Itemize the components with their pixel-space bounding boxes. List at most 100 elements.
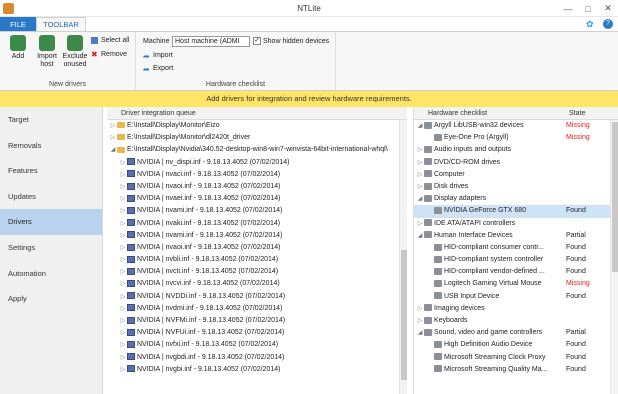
collapsed-arrow-icon[interactable]: ▷	[119, 169, 127, 181]
checklist-category-row[interactable]: ◢ Sound, video and game controllers Partia…	[414, 327, 618, 339]
checklist-device-row[interactable]: Microsoft Streaming Clock Proxy Found	[414, 352, 618, 364]
queue-driver-row[interactable]: ▷ NVIDIA | nvgbi.inf - 9.18.13.4052 (07/0…	[107, 364, 407, 376]
expanded-arrow-icon[interactable]: ◢	[416, 193, 424, 205]
expanded-arrow-icon[interactable]: ◢	[416, 327, 424, 339]
checklist-state-header[interactable]: State	[569, 107, 585, 120]
queue-driver-row[interactable]: ▷ NVIDIA | NVFMi.inf - 9.18.13.4052 (07/0…	[107, 315, 407, 327]
checklist-device-row[interactable]: HID-compliant consumer contr... Found	[414, 242, 618, 254]
expanded-arrow-icon[interactable]: ◢	[109, 144, 117, 156]
queue-folder-row[interactable]: ◢ E:\Install\Display\Nvidia\340.52-deskto…	[107, 144, 407, 156]
sidebar-item-target[interactable]: Target	[0, 107, 102, 133]
checklist-category-row[interactable]: ▷ Keyboards	[414, 315, 618, 327]
checklist-category-row[interactable]: ▷ IDE ATA/ATAPI controllers	[414, 218, 618, 230]
queue-driver-row[interactable]: ▷ NVIDIA | nv_dispi.inf - 9.18.13.4052 (0…	[107, 157, 407, 169]
checklist-scrollbar[interactable]	[610, 120, 618, 394]
queue-driver-row[interactable]: ▷ NVIDIA | nvcti.inf - 9.18.13.4052 (07/0…	[107, 266, 407, 278]
sidebar-item-apply[interactable]: Apply	[0, 286, 102, 312]
checklist-device-row[interactable]: NVIDIA GeForce GTX 680 Found	[414, 205, 618, 218]
queue-driver-row[interactable]: ▷ NVIDIA | nvfxi.inf - 9.18.13.4052 (07/0…	[107, 339, 407, 351]
show-hidden-devices-checkbox[interactable]: ✓ Show hidden devices	[253, 37, 329, 45]
checklist-device-row[interactable]: HID-compliant vendor-defined ... Found	[414, 266, 618, 278]
collapsed-arrow-icon[interactable]: ▷	[119, 291, 127, 303]
collapsed-arrow-icon[interactable]: ▷	[119, 254, 127, 266]
tab-toolbar[interactable]: TOOLBAR	[36, 17, 86, 31]
collapsed-arrow-icon[interactable]: ▷	[416, 181, 424, 193]
machine-select[interactable]: Host machine (ADMI	[172, 36, 250, 47]
collapsed-arrow-icon[interactable]: ▷	[109, 120, 117, 132]
queue-driver-row[interactable]: ▷ NVIDIA | NVFUi.inf - 9.18.13.4052 (07/0…	[107, 327, 407, 339]
collapsed-arrow-icon[interactable]: ▷	[119, 352, 127, 364]
checklist-category-row[interactable]: ▷ Imaging devices	[414, 303, 618, 315]
expanded-arrow-icon[interactable]: ◢	[416, 120, 424, 132]
queue-driver-row[interactable]: ▷ NVIDIA | nvami.inf - 9.18.13.4052 (07/0…	[107, 205, 407, 217]
collapsed-arrow-icon[interactable]: ▷	[416, 303, 424, 315]
expanded-arrow-icon[interactable]: ◢	[416, 230, 424, 242]
collapsed-arrow-icon[interactable]: ▷	[119, 157, 127, 169]
maximize-icon[interactable]: □	[578, 0, 598, 17]
checklist-device-row[interactable]: Eye-One Pro (Argyll) Missing	[414, 132, 618, 144]
checklist-device-row[interactable]: Logitech Gaming Virtual Mouse Missing	[414, 278, 618, 290]
queue-driver-row[interactable]: ▷ NVIDIA | nvgbdi.inf - 9.18.13.4052 (07/…	[107, 352, 407, 364]
sidebar-item-updates[interactable]: Updates	[0, 184, 102, 210]
export-button[interactable]: ➦ Export	[143, 65, 173, 74]
twitter-icon[interactable]: ✿	[586, 19, 596, 29]
collapsed-arrow-icon[interactable]: ▷	[109, 132, 117, 144]
queue-driver-row[interactable]: ▷ NVIDIA | nvdmi.inf - 9.18.13.4052 (07/0…	[107, 303, 407, 315]
queue-driver-row[interactable]: ▷ NVIDIA | NVDDi.inf - 9.18.13.4052 (07/0…	[107, 291, 407, 303]
queue-driver-row[interactable]: ▷ NVIDIA | nvaoi.inf - 9.18.13.4052 (07/0…	[107, 181, 407, 193]
queue-driver-row[interactable]: ▷ NVIDIA | nvaei.inf - 9.18.13.4052 (07/0…	[107, 193, 407, 205]
collapsed-arrow-icon[interactable]: ▷	[119, 278, 127, 290]
collapsed-arrow-icon[interactable]: ▷	[119, 181, 127, 193]
checklist-scrollbar-thumb[interactable]	[612, 122, 618, 272]
queue-scrollbar-thumb[interactable]	[401, 250, 407, 380]
sidebar-item-automation[interactable]: Automation	[0, 261, 102, 287]
checklist-category-row[interactable]: ▷ Disk drives	[414, 181, 618, 193]
collapsed-arrow-icon[interactable]: ▷	[119, 303, 127, 315]
collapsed-arrow-icon[interactable]: ▷	[119, 230, 127, 242]
help-icon[interactable]: ?	[603, 19, 613, 29]
collapsed-arrow-icon[interactable]: ▷	[119, 315, 127, 327]
checklist-category-row[interactable]: ▷ Computer	[414, 169, 618, 181]
sidebar-item-removals[interactable]: Removals	[0, 133, 102, 159]
sidebar-item-features[interactable]: Features	[0, 158, 102, 184]
collapsed-arrow-icon[interactable]: ▷	[416, 169, 424, 181]
add-button[interactable]: Add	[5, 35, 31, 61]
sidebar-item-settings[interactable]: Settings	[0, 235, 102, 261]
checklist-name-header[interactable]: Hardware checklist	[428, 107, 487, 120]
remove-button[interactable]: ✖ Remove	[91, 51, 127, 59]
checklist-category-row[interactable]: ◢ Human Interface Devices Partial	[414, 230, 618, 242]
collapsed-arrow-icon[interactable]: ▷	[119, 242, 127, 254]
collapsed-arrow-icon[interactable]: ▷	[119, 327, 127, 339]
collapsed-arrow-icon[interactable]: ▷	[119, 205, 127, 217]
select-all-button[interactable]: Select all	[91, 37, 129, 44]
import-button[interactable]: ➦ Import	[143, 52, 173, 61]
collapsed-arrow-icon[interactable]: ▷	[119, 339, 127, 351]
collapsed-arrow-icon[interactable]: ▷	[119, 364, 127, 376]
collapsed-arrow-icon[interactable]: ▷	[119, 193, 127, 205]
tab-file[interactable]: FILE	[0, 17, 36, 31]
checklist-device-row[interactable]: Microsoft Streaming Quality Ma... Found	[414, 364, 618, 376]
collapsed-arrow-icon[interactable]: ▷	[119, 218, 127, 230]
queue-driver-row[interactable]: ▷ NVIDIA | nvaci.inf - 9.18.13.4052 (07/0…	[107, 169, 407, 181]
queue-driver-row[interactable]: ▷ NVIDIA | nvcvi.inf - 9.18.13.4052 (07/0…	[107, 278, 407, 290]
checklist-category-row[interactable]: ▷ DVD/CD-ROM drives	[414, 157, 618, 169]
collapsed-arrow-icon[interactable]: ▷	[416, 218, 424, 230]
checklist-category-row[interactable]: ◢ Display adapters	[414, 193, 618, 205]
collapsed-arrow-icon[interactable]: ▷	[416, 315, 424, 327]
queue-driver-row[interactable]: ▷ NVIDIA | nvaoi.inf - 9.18.13.4052 (07/0…	[107, 242, 407, 254]
close-icon[interactable]: ✕	[598, 0, 618, 17]
collapsed-arrow-icon[interactable]: ▷	[416, 157, 424, 169]
queue-driver-row[interactable]: ▷ NVIDIA | nvbli.inf - 9.18.13.4052 (07/0…	[107, 254, 407, 266]
import-host-button[interactable]: Import host	[34, 35, 60, 69]
minimize-icon[interactable]: —	[558, 0, 578, 17]
exclude-unused-button[interactable]: Exclude unused	[61, 35, 89, 69]
checklist-device-row[interactable]: HID-compliant system controller Found	[414, 254, 618, 266]
queue-scrollbar[interactable]	[399, 120, 407, 394]
queue-driver-row[interactable]: ▷ NVIDIA | nvami.inf - 9.18.13.4052 (07/0…	[107, 230, 407, 242]
queue-folder-row[interactable]: ▷ E:\Install\Display\Monitor\Eizo	[107, 120, 407, 132]
checklist-category-row[interactable]: ▷ Audio inputs and outputs	[414, 144, 618, 156]
queue-driver-row[interactable]: ▷ NVIDIA | nvaki.inf - 9.18.13.4052 (07/0…	[107, 218, 407, 230]
sidebar-item-drivers[interactable]: Drivers	[0, 209, 102, 235]
queue-folder-row[interactable]: ▷ E:\Install\Display\Monitor\dl2420t_driv…	[107, 132, 407, 144]
collapsed-arrow-icon[interactable]: ▷	[416, 144, 424, 156]
